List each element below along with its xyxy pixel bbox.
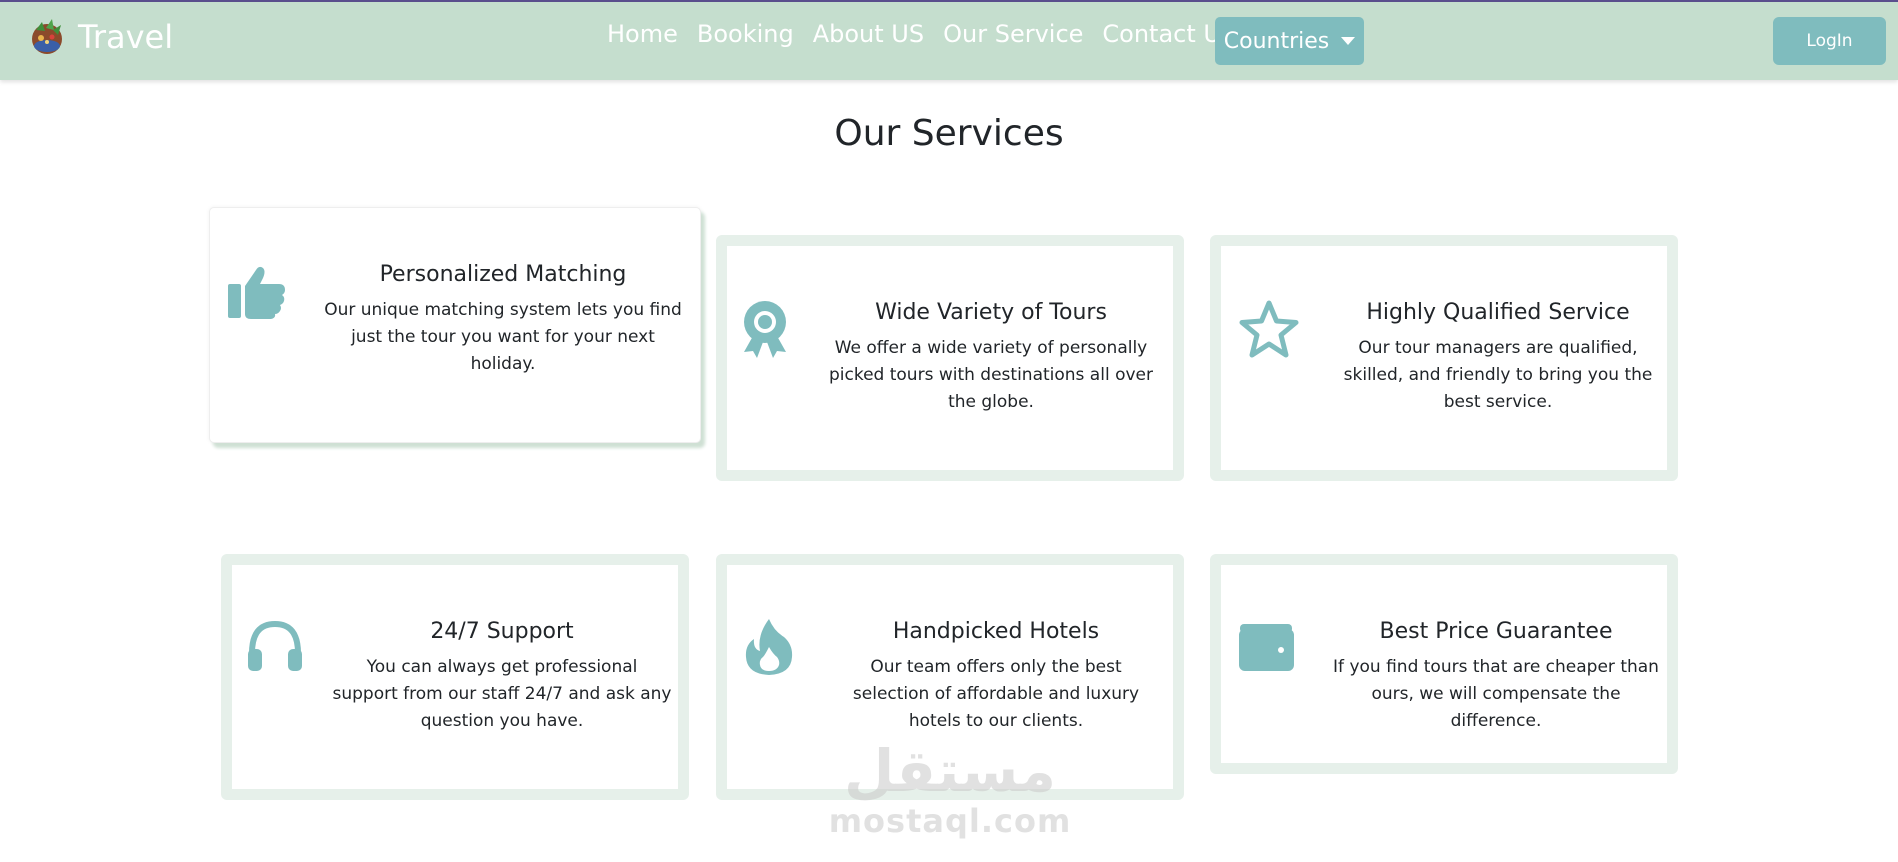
nav-link-home[interactable]: Home bbox=[607, 20, 678, 48]
card-body: Best Price Guarantee If you find tours t… bbox=[1331, 619, 1661, 735]
nav-link-contact[interactable]: Contact Us bbox=[1102, 20, 1233, 48]
card-body: 24/7 Support You can always get professi… bbox=[332, 619, 672, 735]
card-text: You can always get professional support … bbox=[332, 657, 672, 731]
service-card-highly-qualified[interactable]: Highly Qualified Service Our tour manage… bbox=[1210, 235, 1678, 481]
headphones-icon bbox=[248, 620, 302, 671]
countries-dropdown-button[interactable]: Countries bbox=[1215, 17, 1364, 65]
watermark-latin: mostaql.com bbox=[828, 802, 1072, 840]
nav-link-our-service[interactable]: Our Service bbox=[943, 20, 1083, 48]
service-card-wide-variety[interactable]: Wide Variety of Tours We offer a wide va… bbox=[716, 235, 1184, 481]
card-text: Our tour managers are qualified, skilled… bbox=[1343, 338, 1653, 412]
service-card-support[interactable]: 24/7 Support You can always get professi… bbox=[221, 554, 689, 800]
card-text: Our team offers only the best selection … bbox=[852, 657, 1140, 731]
countries-label: Countries bbox=[1223, 28, 1330, 54]
login-button[interactable]: LogIn bbox=[1773, 17, 1886, 65]
nav-link-about[interactable]: About US bbox=[813, 20, 924, 48]
brand[interactable]: Travel bbox=[26, 16, 173, 58]
navbar: Travel Home Booking About US Our Service… bbox=[0, 2, 1898, 80]
card-title: 24/7 Support bbox=[430, 619, 574, 644]
watermark-arabic: مستقل bbox=[843, 737, 1057, 805]
card-body: Highly Qualified Service Our tour manage… bbox=[1335, 300, 1661, 416]
page-title: Our Services bbox=[834, 113, 1064, 154]
card-title: Best Price Guarantee bbox=[1379, 619, 1613, 644]
watermark: مستقل mostaql.com bbox=[820, 740, 1080, 840]
card-title: Highly Qualified Service bbox=[1366, 300, 1630, 325]
card-title: Handpicked Hotels bbox=[892, 619, 1100, 644]
service-card-best-price[interactable]: Best Price Guarantee If you find tours t… bbox=[1210, 554, 1678, 774]
card-text: Our unique matching system lets you find… bbox=[324, 300, 682, 374]
card-text: We offer a wide variety of personally pi… bbox=[828, 338, 1153, 412]
card-title: Personalized Matching bbox=[379, 262, 627, 287]
card-body: Wide Variety of Tours We offer a wide va… bbox=[821, 300, 1161, 416]
wallet-icon bbox=[1239, 624, 1294, 671]
nav-link-booking[interactable]: Booking bbox=[697, 20, 794, 48]
card-body: Personalized Matching Our unique matchin… bbox=[322, 262, 684, 378]
thumbs-up-icon bbox=[228, 266, 285, 319]
nav-links: Home Booking About US Our Service Contac… bbox=[607, 20, 1252, 48]
service-card-personalized-matching[interactable]: Personalized Matching Our unique matchin… bbox=[209, 207, 701, 443]
caret-down-icon bbox=[1341, 37, 1356, 45]
card-body: Handpicked Hotels Our team offers only t… bbox=[831, 619, 1161, 735]
card-text: If you find tours that are cheaper than … bbox=[1333, 657, 1659, 731]
card-title: Wide Variety of Tours bbox=[875, 300, 1107, 325]
brand-name: Travel bbox=[78, 18, 174, 56]
award-icon bbox=[744, 301, 786, 358]
star-icon bbox=[1239, 300, 1299, 358]
travel-logo-icon bbox=[32, 19, 62, 54]
fire-icon bbox=[745, 619, 793, 675]
